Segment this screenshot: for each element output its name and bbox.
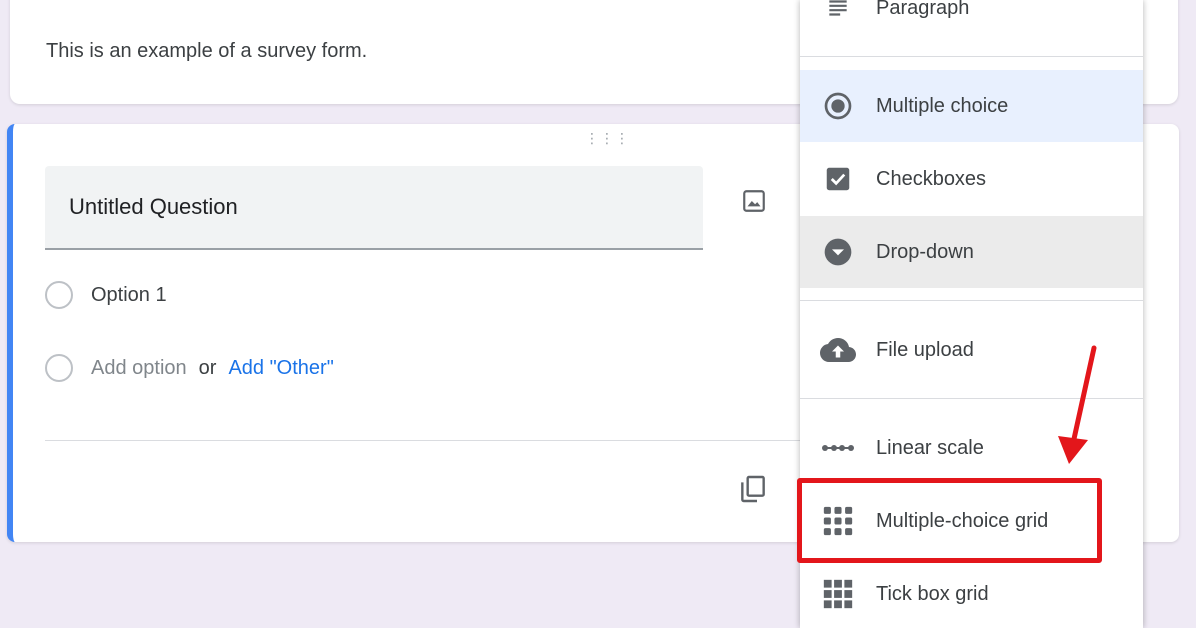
menu-item-paragraph[interactable]: Paragraph	[800, 0, 1143, 44]
option-label[interactable]: Option 1	[91, 284, 167, 307]
add-image-icon[interactable]	[737, 184, 771, 218]
paragraph-icon	[820, 0, 856, 26]
cloud-upload-icon	[820, 332, 856, 368]
menu-item-multiple-choice[interactable]: Multiple choice	[800, 70, 1143, 142]
menu-divider	[800, 300, 1143, 301]
footer-divider	[45, 440, 805, 441]
menu-item-label: File upload	[876, 338, 974, 361]
menu-item-label: Drop-down	[876, 240, 974, 263]
menu-item-label: Checkboxes	[876, 167, 987, 190]
menu-item-label: Multiple choice	[876, 94, 1009, 117]
dropdown-circle-icon	[820, 234, 856, 270]
add-option-row: Add option or Add "Other"	[45, 354, 334, 382]
linear-scale-icon	[820, 430, 856, 466]
question-title-input[interactable]: Untitled Question	[45, 166, 703, 250]
or-text: or	[198, 356, 217, 379]
drag-handle-icon[interactable]: ⋮⋮⋮	[585, 131, 630, 145]
menu-item-checkboxes[interactable]: Checkboxes	[800, 143, 1143, 215]
add-option-button[interactable]: Add option	[91, 357, 187, 380]
radio-icon	[45, 354, 73, 382]
grid-icon	[820, 576, 856, 612]
option-row[interactable]: Option 1	[45, 281, 167, 309]
radio-selected-icon	[820, 88, 856, 124]
menu-item-drop-down[interactable]: Drop-down	[800, 216, 1143, 288]
highlight-box	[797, 478, 1102, 563]
menu-item-label: Paragraph	[876, 0, 970, 19]
radio-icon	[45, 281, 73, 309]
form-description[interactable]: This is an example of a survey form.	[46, 40, 367, 63]
duplicate-icon[interactable]	[733, 469, 773, 509]
menu-item-tick-box-grid[interactable]: Tick box grid	[800, 558, 1143, 628]
menu-item-label: Tick box grid	[876, 582, 989, 605]
menu-divider	[800, 56, 1143, 57]
annotation-arrow-icon	[1058, 345, 1097, 464]
checkbox-icon	[820, 161, 856, 197]
question-title-text: Untitled Question	[69, 194, 238, 219]
menu-item-label: Linear scale	[876, 436, 984, 459]
add-other-link[interactable]: Add "Other"	[228, 357, 333, 380]
